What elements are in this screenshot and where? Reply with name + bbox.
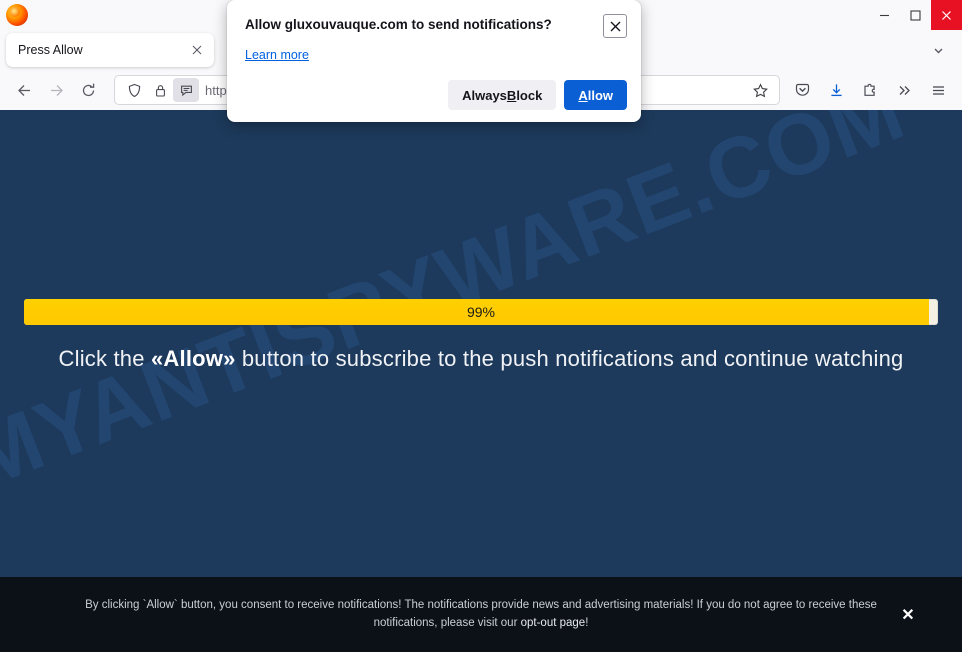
consent-banner: By clicking `Allow` button, you consent … (0, 577, 962, 652)
tab-press-allow[interactable]: Press Allow (6, 33, 214, 67)
close-icon[interactable] (931, 0, 962, 30)
overflow-double-chevron-icon[interactable] (888, 75, 920, 105)
learn-more-link[interactable]: Learn more (245, 48, 309, 62)
tab-title: Press Allow (18, 43, 186, 57)
notification-permission-dialog: Allow gluxouvauque.com to send notificat… (227, 0, 641, 122)
pocket-save-icon[interactable] (786, 75, 818, 105)
dialog-close-icon[interactable] (603, 14, 627, 38)
allow-label-post: llow (588, 88, 613, 103)
consent-line-1: By clicking `Allow` button, you consent … (85, 599, 877, 611)
identity-box (121, 78, 199, 102)
window-controls (869, 0, 962, 30)
download-icon[interactable] (820, 75, 852, 105)
toolbar-icons (786, 75, 954, 105)
puzzle-piece-icon[interactable] (854, 75, 886, 105)
shield-icon[interactable] (121, 78, 147, 102)
tab-close-icon[interactable] (186, 39, 208, 61)
call-to-action-text: Click the «Allow» button to subscribe to… (0, 346, 962, 372)
maximize-icon[interactable] (900, 0, 931, 30)
allow-accesskey: A (578, 88, 587, 103)
bookmark-star-icon[interactable] (747, 78, 773, 102)
dialog-actions: Always Block Allow (245, 80, 627, 110)
cta-pre: Click the (59, 346, 151, 371)
back-arrow-left-icon[interactable] (8, 75, 40, 105)
progress-label: 99% (24, 299, 938, 325)
opt-out-page-link[interactable]: opt-out page (521, 617, 586, 629)
padlock-icon[interactable] (147, 78, 173, 102)
cta-post: button to subscribe to the push notifica… (236, 346, 904, 371)
minimize-icon[interactable] (869, 0, 900, 30)
consent-line-2-post: ! (585, 617, 588, 629)
progress-bar: 99% (24, 299, 938, 325)
always-block-button[interactable]: Always Block (448, 80, 556, 110)
firefox-logo-icon (6, 4, 28, 26)
consent-banner-text: By clicking `Allow` button, you consent … (61, 597, 901, 633)
hamburger-menu-icon[interactable] (922, 75, 954, 105)
always-block-label-post: lock (516, 88, 542, 103)
allow-button[interactable]: Allow (564, 80, 627, 110)
all-tabs-chevron-down-icon[interactable] (924, 36, 952, 64)
always-block-accesskey: B (507, 88, 516, 103)
forward-arrow-right-icon[interactable] (40, 75, 72, 105)
cta-allow-word: «Allow» (151, 346, 236, 371)
dialog-title: Allow gluxouvauque.com to send notificat… (245, 14, 603, 32)
consent-line-2-pre: notifications, please visit our (374, 617, 521, 629)
page-content: MYANTISPYWARE.COM 99% Click the «Allow» … (0, 110, 962, 652)
banner-close-icon[interactable]: ✕ (898, 605, 918, 625)
always-block-label-pre: Always (462, 88, 507, 103)
browser-window: Press Allow — Mozilla Firefox Press Allo… (0, 0, 962, 652)
dialog-header: Allow gluxouvauque.com to send notificat… (245, 14, 627, 38)
notification-bubble-icon[interactable] (173, 78, 199, 102)
reload-icon[interactable] (72, 75, 104, 105)
